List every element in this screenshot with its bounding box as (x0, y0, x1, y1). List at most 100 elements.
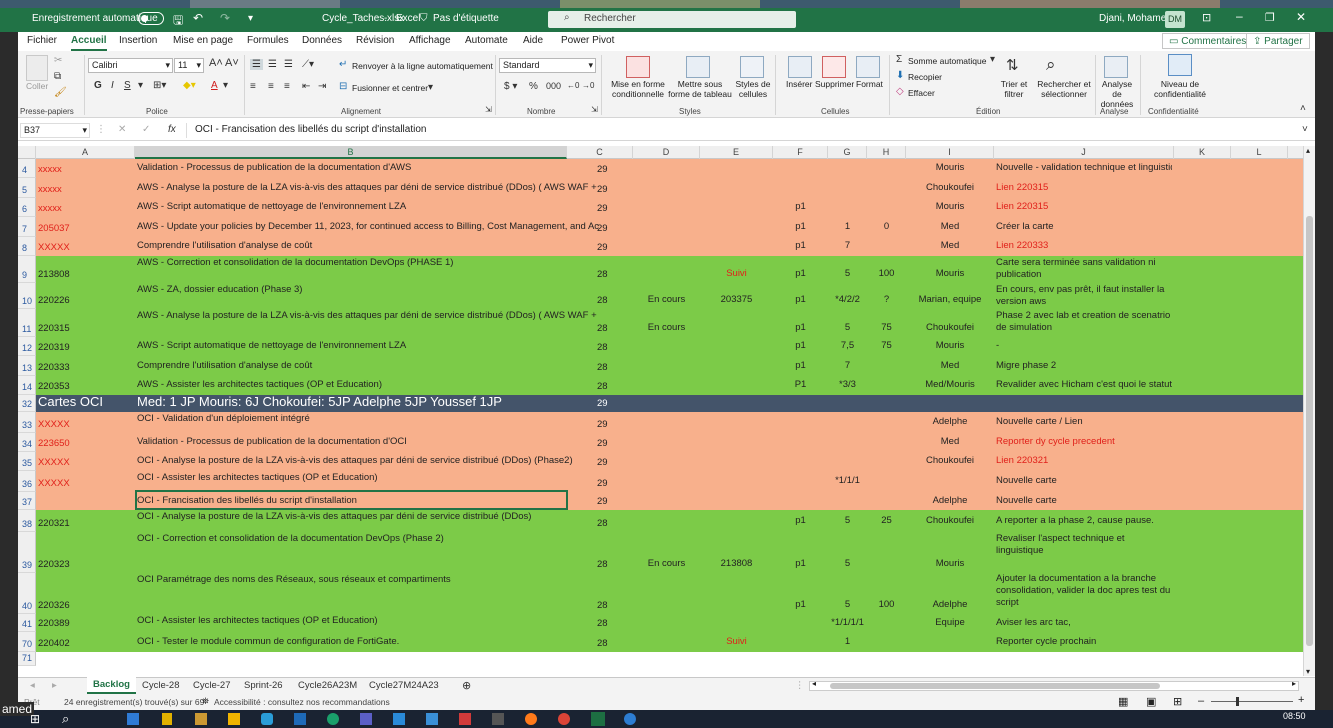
row-header[interactable]: 13 (18, 356, 36, 376)
row-header[interactable]: 38 (18, 510, 36, 532)
zoom-in-icon[interactable]: + (1298, 694, 1304, 706)
scroll-up-icon[interactable]: ▴ (1306, 146, 1310, 155)
cut-icon[interactable]: ✂ (54, 55, 62, 66)
row-header[interactable]: 8 (18, 237, 36, 256)
column-header-a[interactable]: A (36, 146, 135, 159)
cell-h[interactable]: 25 (869, 515, 904, 527)
cell-c[interactable]: 28 (569, 323, 631, 335)
cell-b[interactable]: AWS - Update your policies by December 1… (137, 221, 599, 233)
cell-b[interactable]: AWS - ZA, dossier education (Phase 3) (137, 284, 565, 296)
cell-c[interactable]: 28 (569, 269, 631, 281)
app-icon[interactable] (492, 713, 504, 725)
cell-a[interactable]: 220402 (38, 638, 133, 650)
cell-g[interactable]: 1 (830, 221, 865, 233)
chrome-icon[interactable] (558, 713, 570, 725)
cell-g[interactable]: *3/3 (830, 379, 865, 391)
cell-i[interactable]: Marian, equipe (908, 294, 992, 306)
dialog-launcher-icon[interactable]: ⇲ (591, 105, 598, 114)
close-icon[interactable]: ✕ (1296, 10, 1306, 24)
cell-h[interactable]: ? (869, 294, 904, 306)
cell-j[interactable]: Revaliser l'aspect technique et linguist… (996, 533, 1172, 557)
row-header[interactable]: 33 (18, 412, 36, 433)
font-color-menu-icon[interactable]: ▾ (223, 80, 228, 91)
clock[interactable]: 08:50 (1283, 711, 1306, 721)
cell-j[interactable]: Nouvelle carte / Lien (996, 416, 1172, 428)
cell-f[interactable]: p1 (775, 201, 826, 213)
row-header[interactable]: 7 (18, 217, 36, 237)
cell-f[interactable]: p1 (775, 294, 826, 306)
tab-automate[interactable]: Automate (465, 35, 508, 46)
cell-g[interactable]: 5 (830, 558, 865, 570)
cell-j[interactable]: Reporter cycle prochain (996, 636, 1172, 648)
decrease-indent-icon[interactable]: ⇤ (302, 81, 310, 92)
wrap-text-icon[interactable]: ↵ (339, 59, 347, 70)
column-header-g[interactable]: G (828, 146, 867, 159)
cell-c[interactable]: 29 (569, 457, 631, 469)
font-size-select[interactable]: 11 ▾ (174, 58, 204, 73)
worksheet[interactable]: A B C D E F G H I J K L 4 xxxxx Validation… (18, 146, 1303, 676)
format-cells-button[interactable]: Format (856, 79, 883, 89)
cell-c[interactable]: 28 (569, 381, 631, 393)
column-header-e[interactable]: E (700, 146, 773, 159)
cell-a[interactable]: 220226 (38, 295, 133, 307)
cell-g[interactable]: 5 (830, 322, 865, 334)
cell-a[interactable]: xxxxx (38, 164, 133, 176)
delete-cells-button[interactable]: Supprimer (815, 79, 854, 89)
paste-icon[interactable] (26, 55, 48, 81)
cell-c[interactable]: 28 (569, 362, 631, 374)
row-header[interactable]: 12 (18, 337, 36, 356)
cell-i[interactable]: Choukoufei (908, 455, 992, 467)
cell-j[interactable]: Ajouter la documentation a la branche co… (996, 573, 1172, 609)
align-middle-icon[interactable]: ☰ (268, 59, 277, 70)
font-color-icon[interactable]: A (211, 80, 218, 91)
cell-c[interactable]: 29 (569, 419, 631, 431)
cell-a[interactable]: xxxxx (38, 184, 133, 196)
row-header[interactable]: 36 (18, 471, 36, 492)
vscode-icon[interactable] (426, 713, 438, 725)
cell-i[interactable]: Mouris (908, 340, 992, 352)
restore-icon[interactable]: ❐ (1265, 11, 1275, 24)
row-header[interactable]: 11 (18, 309, 36, 337)
chevron-down-icon[interactable]: ▾ (990, 54, 995, 65)
align-bottom-icon[interactable]: ☰ (284, 59, 293, 70)
increase-decimal-icon[interactable]: ←0 (567, 81, 579, 90)
cell-j[interactable]: A reporter a la phase 2, cause pause. (996, 515, 1172, 527)
cell-b[interactable]: OCI - Assister les architectes tactiques… (137, 472, 565, 484)
cell-d[interactable]: En cours (635, 322, 698, 334)
formula-input[interactable]: OCI - Francisation des libellés du scrip… (186, 123, 1306, 138)
cell-i[interactable]: Choukoufei (908, 322, 992, 334)
cell-b[interactable]: Comprendre l'utilisation d'analyse de co… (137, 360, 565, 372)
sheet-tab-cycle-27[interactable]: Cycle-27 (193, 680, 231, 691)
sheet-tab-cycle26a23m[interactable]: Cycle26A23M (298, 680, 357, 691)
decrease-decimal-icon[interactable]: →0 (582, 81, 594, 90)
share-button[interactable]: ⇪ Partager (1246, 33, 1310, 49)
cell-b[interactable]: OCI - Tester le module commun de configu… (137, 636, 565, 648)
tab-insertion[interactable]: Insertion (119, 35, 157, 46)
cell-f[interactable]: p1 (775, 599, 826, 611)
edge-icon[interactable] (327, 713, 339, 725)
name-box[interactable]: B37 ▾ (20, 123, 90, 138)
accessibility-status[interactable]: Accessibilité : consultez nos recommanda… (214, 697, 390, 707)
cell-d[interactable]: En cours (635, 558, 698, 570)
column-header-i[interactable]: I (906, 146, 994, 159)
cell-a[interactable]: Cartes OCI (38, 396, 133, 408)
teams-icon[interactable] (360, 713, 372, 725)
excel-icon[interactable] (591, 712, 605, 726)
cell-c[interactable]: 28 (569, 638, 631, 650)
user-name[interactable]: Djani, Mohamed (1099, 13, 1172, 24)
tab-mise-en-page[interactable]: Mise en page (173, 35, 233, 46)
cell-c[interactable]: 28 (569, 600, 631, 612)
app-icon[interactable] (261, 713, 273, 725)
thousands-icon[interactable]: 000 (546, 81, 561, 91)
fill-color-icon[interactable]: ◆▾ (183, 80, 196, 91)
cell-a[interactable]: 205037 (38, 223, 133, 235)
increase-indent-icon[interactable]: ⇥ (318, 81, 326, 92)
cell-j[interactable]: Migre phase 2 (996, 360, 1172, 372)
cell-a[interactable]: 220353 (38, 381, 133, 393)
align-top-icon[interactable]: ☰ (250, 59, 263, 70)
cell-b[interactable]: AWS - Correction et consolidation de la … (137, 257, 565, 269)
collapse-ribbon-icon[interactable]: ˄ (1300, 103, 1306, 114)
cell-b[interactable]: OCI - Validation d'un déploiement intégr… (137, 413, 565, 425)
cell-f[interactable]: p1 (775, 322, 826, 334)
format-painter-icon[interactable]: 🖌 (54, 87, 67, 98)
